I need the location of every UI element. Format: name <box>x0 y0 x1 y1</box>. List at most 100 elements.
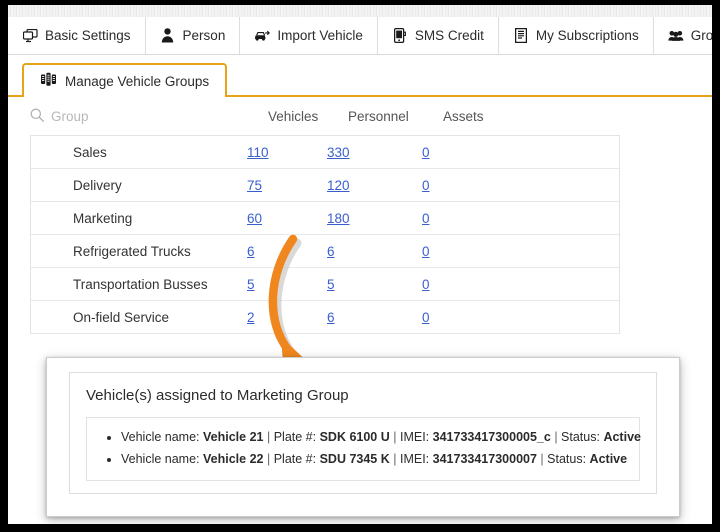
vehicle-name-label: Vehicle name: <box>121 452 200 466</box>
tab-label: Basic Settings <box>45 27 131 43</box>
personnel-cell: 330 <box>327 145 422 160</box>
tab-person[interactable]: Person <box>145 17 241 54</box>
vehicle-list-box: Vehicle name: Vehicle 21 | Plate #: SDK … <box>86 417 641 481</box>
vehicle-group-icon <box>40 72 57 90</box>
status-label: Status: <box>547 452 587 466</box>
group-name: Marketing <box>73 210 133 226</box>
group-name: On-field Service <box>73 309 170 325</box>
mobile-icon <box>392 28 408 44</box>
vehicles-cell: 2 <box>247 310 327 325</box>
vehicles-link[interactable]: 60 <box>247 211 262 226</box>
separator: | <box>554 430 558 444</box>
vehicles-link[interactable]: 110 <box>247 145 269 160</box>
search-placeholder: Group <box>51 108 89 124</box>
table-body: Sales 110 330 0 Delivery 75 120 0 Market… <box>30 135 620 334</box>
tab-label: My Subscriptions <box>535 27 639 43</box>
assets-link[interactable]: 0 <box>422 277 430 292</box>
imei-value: 341733417300007 <box>432 452 537 466</box>
imei-label: IMEI: <box>399 452 430 466</box>
tab-label: Person <box>182 27 226 43</box>
group-name: Refrigerated Trucks <box>73 243 191 259</box>
vehicles-link[interactable]: 2 <box>247 310 255 325</box>
sub-tab-bar: Manage Vehicle Groups <box>8 55 712 97</box>
column-header-assets[interactable]: Assets <box>443 109 538 124</box>
personnel-cell: 5 <box>327 277 422 292</box>
group-name: Transportation Busses <box>73 276 208 292</box>
car-icon <box>254 28 271 44</box>
separator: | <box>393 452 397 466</box>
vehicle-name-value: Vehicle 21 <box>203 430 264 444</box>
screenshot-frame: Basic Settings Person Import Vehicle SMS… <box>0 0 720 532</box>
tab-import-vehicle[interactable]: Import Vehicle <box>240 17 378 54</box>
personnel-cell: 6 <box>327 244 422 259</box>
vehicles-link[interactable]: 75 <box>247 178 262 193</box>
tab-groups[interactable]: Groups <box>653 17 712 54</box>
assets-link[interactable]: 0 <box>422 211 430 226</box>
users-icon <box>668 28 684 44</box>
search-input[interactable]: Group <box>30 108 268 125</box>
column-header-personnel[interactable]: Personnel <box>348 109 443 124</box>
list-icon <box>513 28 529 44</box>
separator: | <box>266 452 271 466</box>
assets-cell: 0 <box>422 211 517 226</box>
personnel-link[interactable]: 5 <box>327 277 335 292</box>
plate-value: SDK 6100 U <box>319 430 390 444</box>
table-row[interactable]: Marketing 60 180 0 <box>31 202 619 235</box>
vehicles-cell: 5 <box>247 277 327 292</box>
status-value: Active <box>603 430 641 444</box>
tab-sms-credit[interactable]: SMS Credit <box>377 17 499 54</box>
tab-basic-settings[interactable]: Basic Settings <box>8 17 146 54</box>
assigned-vehicles-popup: Vehicle(s) assigned to Marketing Group V… <box>46 357 680 517</box>
imei-label: IMEI: <box>399 430 430 444</box>
tab-label: Import Vehicle <box>277 27 363 43</box>
tab-label: Groups <box>690 27 712 43</box>
group-name: Sales <box>73 144 107 160</box>
assets-link[interactable]: 0 <box>422 244 430 259</box>
assets-link[interactable]: 0 <box>422 145 430 160</box>
separator: | <box>393 430 397 444</box>
tab-my-subscriptions[interactable]: My Subscriptions <box>498 17 654 54</box>
person-icon <box>160 28 176 44</box>
table-row[interactable]: Sales 110 330 0 <box>31 136 619 169</box>
monitor-icon <box>22 28 38 44</box>
vehicle-name-value: Vehicle 22 <box>203 452 264 466</box>
vehicles-cell: 6 <box>247 244 327 259</box>
table-row[interactable]: Transportation Busses 5 5 0 <box>31 268 619 301</box>
imei-value: 341733417300005_c <box>432 430 551 444</box>
table-row[interactable]: Delivery 75 120 0 <box>31 169 619 202</box>
plate-label: Plate #: <box>273 430 317 444</box>
vehicles-link[interactable]: 5 <box>247 277 255 292</box>
popup-inner-box: Vehicle(s) assigned to Marketing Group V… <box>69 372 657 494</box>
column-header-vehicles[interactable]: Vehicles <box>268 109 348 124</box>
table-row[interactable]: Refrigerated Trucks 6 6 0 <box>31 235 619 268</box>
list-item: Vehicle name: Vehicle 22 | Plate #: SDU … <box>121 448 639 470</box>
status-value: Active <box>589 452 628 466</box>
personnel-link[interactable]: 180 <box>327 211 350 226</box>
personnel-cell: 6 <box>327 310 422 325</box>
personnel-cell: 180 <box>327 211 422 226</box>
application-window: Basic Settings Person Import Vehicle SMS… <box>8 5 712 524</box>
table-row[interactable]: On-field Service 2 6 0 <box>31 301 619 334</box>
vehicles-link[interactable]: 6 <box>247 244 255 259</box>
table-header-row: Group Vehicles Personnel Assets <box>8 97 712 135</box>
group-name: Delivery <box>73 177 122 193</box>
plate-value: SDU 7345 K <box>319 452 390 466</box>
search-icon <box>30 108 44 125</box>
vehicles-cell: 110 <box>247 145 327 160</box>
assets-cell: 0 <box>422 310 517 325</box>
assets-link[interactable]: 0 <box>422 310 430 325</box>
personnel-link[interactable]: 120 <box>327 178 350 193</box>
tab-manage-vehicle-groups[interactable]: Manage Vehicle Groups <box>22 63 228 97</box>
assets-link[interactable]: 0 <box>422 178 430 193</box>
personnel-link[interactable]: 6 <box>327 244 335 259</box>
window-top-texture <box>8 5 712 17</box>
personnel-link[interactable]: 330 <box>327 145 350 160</box>
vehicle-name-label: Vehicle name: <box>121 430 200 444</box>
popup-title: Vehicle(s) assigned to Marketing Group <box>86 387 349 404</box>
separator: | <box>266 430 271 444</box>
personnel-link[interactable]: 6 <box>327 310 335 325</box>
assets-cell: 0 <box>422 178 517 193</box>
vehicle-list: Vehicle name: Vehicle 21 | Plate #: SDK … <box>87 426 641 470</box>
assets-cell: 0 <box>422 277 517 292</box>
vehicles-cell: 60 <box>247 211 327 226</box>
